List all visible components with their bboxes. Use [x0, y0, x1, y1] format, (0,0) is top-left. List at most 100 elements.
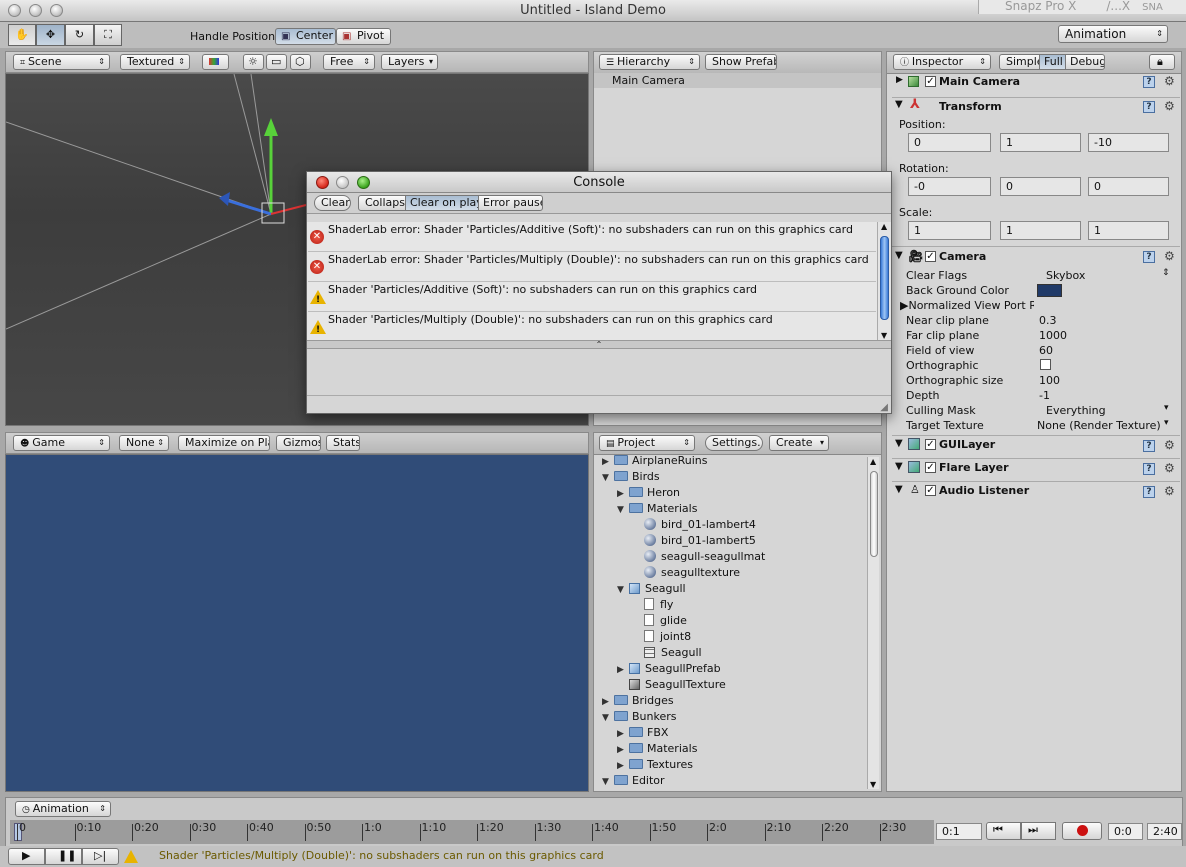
- frame-field[interactable]: 0:1: [936, 823, 982, 840]
- gear-icon[interactable]: ⚙: [1164, 438, 1175, 452]
- position-z-field[interactable]: -10: [1088, 133, 1169, 152]
- create-dropdown[interactable]: Create ▾: [769, 435, 829, 451]
- settings-button[interactable]: Settings...: [705, 435, 763, 451]
- mode-full[interactable]: Full: [1039, 54, 1066, 70]
- camera-enabled-checkbox[interactable]: ✓: [925, 251, 936, 262]
- camera-prop-value[interactable]: None (Render Texture): [1037, 418, 1161, 433]
- orthographic-checkbox[interactable]: [1040, 359, 1051, 370]
- zoom-icon[interactable]: [357, 176, 370, 189]
- record-button[interactable]: [1062, 822, 1102, 840]
- collapse-triangle-icon[interactable]: ▼: [617, 502, 629, 518]
- play-button[interactable]: ▶: [8, 848, 45, 865]
- collapse-toggle[interactable]: Collapse: [358, 195, 406, 211]
- scale-z-field[interactable]: 1: [1088, 221, 1169, 240]
- hierarchy-item[interactable]: Main Camera: [594, 73, 881, 88]
- move-tool-button[interactable]: ✥: [36, 24, 65, 46]
- background-color-swatch[interactable]: [1037, 284, 1062, 297]
- status-message[interactable]: Shader 'Particles/Multiply (Double)': no…: [159, 849, 604, 862]
- console-message[interactable]: ✕ ShaderLab error: Shader 'Particles/Addi…: [308, 222, 876, 252]
- show-prefab-button[interactable]: Show Prefab: [705, 54, 777, 70]
- scene-view-dropdown[interactable]: ⌗ Scene ⇕: [13, 54, 110, 70]
- console-message[interactable]: ✕ ShaderLab error: Shader 'Particles/Mult…: [308, 252, 876, 282]
- help-icon[interactable]: ?: [1143, 440, 1155, 452]
- console-scrollbar[interactable]: ▲ ▼: [877, 222, 891, 340]
- help-icon[interactable]: ?: [1143, 486, 1155, 498]
- console-scroll-thumb[interactable]: [880, 236, 889, 320]
- help-icon[interactable]: ?: [1143, 463, 1155, 475]
- maximize-on-play-toggle[interactable]: Maximize on Play: [178, 435, 270, 451]
- render-mode-dropdown[interactable]: Textured ⇕: [120, 54, 190, 70]
- center-toggle[interactable]: ▣ Center: [275, 28, 336, 45]
- position-y-field[interactable]: 1: [1000, 133, 1081, 152]
- project-item[interactable]: ▼ Birds: [602, 469, 660, 485]
- project-item[interactable]: ▶ Bridges: [602, 693, 674, 709]
- camera-prop-value[interactable]: -1: [1039, 388, 1050, 403]
- console-splitter[interactable]: ⌃: [307, 340, 891, 349]
- expand-triangle-icon[interactable]: ▶: [617, 726, 629, 742]
- project-item[interactable]: ▶ Heron: [617, 485, 680, 501]
- project-item[interactable]: seagull-seagullmat: [632, 549, 765, 565]
- lock-button[interactable]: 🔒︎: [1149, 54, 1175, 70]
- project-item[interactable]: ▼ Materials: [617, 501, 697, 517]
- camera-prop-value[interactable]: 60: [1039, 343, 1053, 358]
- layers-dropdown[interactable]: Layers ▾: [381, 54, 438, 70]
- minimize-window-button[interactable]: [29, 4, 42, 17]
- camera-prop-value[interactable]: 0.3: [1039, 313, 1057, 328]
- step-button[interactable]: ▷|: [82, 848, 119, 865]
- gear-icon[interactable]: ⚙: [1164, 484, 1175, 498]
- expand-triangle-icon[interactable]: ▶: [617, 742, 629, 758]
- scale-y-field[interactable]: 1: [1000, 221, 1081, 240]
- expand-triangle-icon[interactable]: ▶: [617, 758, 629, 774]
- scene-color-button[interactable]: [202, 54, 229, 70]
- zoom-window-button[interactable]: [50, 4, 63, 17]
- object-active-checkbox[interactable]: ✓: [925, 76, 936, 87]
- project-scroll-thumb[interactable]: [870, 471, 878, 557]
- clear-button[interactable]: Clear: [314, 195, 351, 211]
- project-item[interactable]: joint8: [632, 629, 691, 645]
- console-message[interactable]: Shader 'Particles/Multiply (Double)': no…: [308, 312, 876, 342]
- gear-icon[interactable]: ⚙: [1164, 249, 1175, 263]
- rotation-x-field[interactable]: -0: [908, 177, 991, 196]
- project-item[interactable]: SeagullTexture: [617, 677, 726, 693]
- minimize-icon[interactable]: [336, 176, 349, 189]
- expand-triangle-icon[interactable]: ▶: [896, 75, 903, 85]
- cube-toggle[interactable]: ⬡: [290, 54, 311, 70]
- scroll-down-icon[interactable]: ▼: [870, 780, 876, 789]
- project-item[interactable]: ▼ Editor: [602, 773, 665, 789]
- camera-prop-value[interactable]: 100: [1039, 373, 1060, 388]
- position-x-field[interactable]: 0: [908, 133, 991, 152]
- game-viewport[interactable]: [5, 454, 589, 792]
- inspector-dropdown[interactable]: ⓘ Inspector ⇕: [893, 54, 991, 70]
- collapse-triangle-icon[interactable]: ▼: [617, 582, 629, 598]
- collapse-triangle-icon[interactable]: ▼: [895, 461, 903, 472]
- lighting-toggle[interactable]: ☼: [243, 54, 264, 70]
- end-time-field[interactable]: 2:40: [1147, 823, 1182, 840]
- scroll-down-icon[interactable]: ▼: [881, 331, 887, 340]
- project-item[interactable]: fly: [632, 597, 673, 613]
- camera-mode-dropdown[interactable]: Free ⇕: [323, 54, 375, 70]
- stats-toggle[interactable]: Stats: [326, 435, 360, 451]
- camera-prop-value[interactable]: 1000: [1039, 328, 1067, 343]
- close-icon[interactable]: [316, 176, 329, 189]
- expand-triangle-icon[interactable]: ▶: [617, 486, 629, 502]
- camera-prop-value[interactable]: Skybox: [1046, 268, 1085, 283]
- hierarchy-dropdown[interactable]: ☰ Hierarchy ⇕: [599, 54, 700, 70]
- mode-debug[interactable]: Debug: [1065, 54, 1105, 70]
- console-message[interactable]: Shader 'Particles/Additive (Soft)': no s…: [308, 282, 876, 312]
- aspect-dropdown[interactable]: None ⇕: [119, 435, 169, 451]
- pause-button[interactable]: ❚❚: [45, 848, 82, 865]
- warning-icon[interactable]: [124, 850, 138, 863]
- project-item[interactable]: ▼ Bunkers: [602, 709, 677, 725]
- expand-triangle-icon[interactable]: ▶: [602, 454, 614, 470]
- hand-tool-button[interactable]: ✋: [8, 24, 36, 46]
- flarelayer-checkbox[interactable]: ✓: [925, 462, 936, 473]
- project-item[interactable]: ▶ AirplaneRuins: [602, 453, 708, 469]
- collapse-triangle-icon[interactable]: ▼: [895, 438, 903, 449]
- clear-on-play-toggle[interactable]: Clear on play: [405, 195, 479, 211]
- first-frame-button[interactable]: ⏮︎: [986, 822, 1021, 840]
- expand-triangle-icon[interactable]: ▶: [602, 694, 614, 710]
- game-view-dropdown[interactable]: ☻ Game ⇕: [13, 435, 110, 451]
- collapse-triangle-icon[interactable]: ▼: [895, 484, 903, 495]
- project-item[interactable]: ▶ Textures: [617, 757, 693, 773]
- project-item[interactable]: ▼ Seagull: [617, 581, 686, 597]
